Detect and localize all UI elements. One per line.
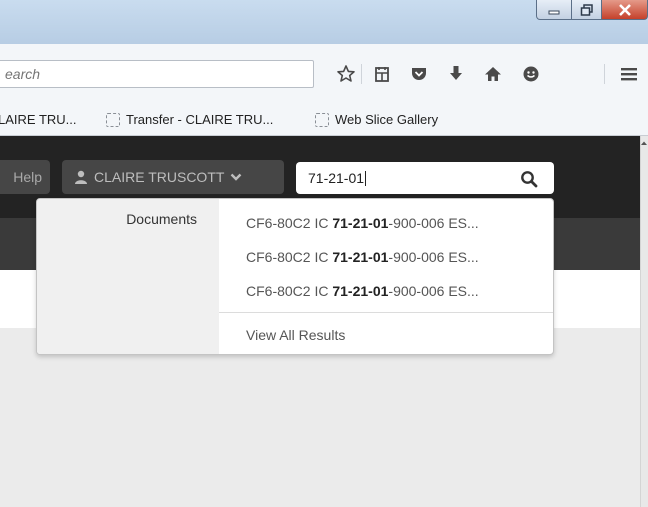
user-name: CLAIRE TRUSCOTT — [94, 169, 225, 185]
help-button[interactable]: Help — [0, 160, 50, 194]
star-icon — [337, 65, 355, 82]
reading-list-icon — [375, 67, 389, 82]
page-icon — [315, 113, 329, 127]
chevron-up-icon — [641, 141, 647, 145]
suggestion-divider — [219, 312, 553, 313]
text-cursor — [365, 171, 366, 186]
menu-button[interactable] — [616, 61, 642, 87]
bookmark-label: Transfer - CLAIRE TRU... — [126, 112, 274, 127]
minimize-button[interactable] — [536, 0, 572, 20]
suggestion-suffix: -900-006 ES... — [388, 215, 479, 231]
toolbar-separator — [604, 64, 605, 84]
home-button[interactable] — [480, 61, 506, 87]
bookmark-label: Web Slice Gallery — [335, 112, 439, 127]
download-icon — [450, 66, 462, 80]
help-label: Help — [13, 169, 42, 185]
suggestion-item[interactable]: CF6-80C2 IC 71-21-01-900-006 ES... — [246, 215, 479, 231]
app-search-box[interactable] — [296, 162, 554, 194]
search-button[interactable] — [518, 168, 540, 190]
suggestion-item[interactable]: CF6-80C2 IC 71-21-01-900-006 ES... — [246, 249, 479, 265]
maximize-icon — [580, 3, 593, 16]
suggestion-item[interactable]: CF6-80C2 IC 71-21-01-900-006 ES... — [246, 283, 479, 299]
window-controls — [536, 0, 648, 22]
scroll-up-button[interactable] — [640, 136, 648, 150]
bookmark-item[interactable]: Transfer - CLAIRE TRU... — [106, 111, 273, 129]
minimize-icon — [548, 10, 560, 14]
home-icon — [485, 67, 501, 81]
menu-icon — [621, 68, 637, 81]
pocket-button[interactable] — [406, 61, 432, 87]
search-suggestions-dropdown: Documents CF6-80C2 IC 71-21-01-900-006 E… — [36, 198, 554, 355]
suggestion-match: 71-21-01 — [332, 249, 389, 265]
suggestion-match: 71-21-01 — [332, 215, 389, 231]
user-icon — [74, 170, 88, 184]
bookmark-star-button[interactable] — [333, 61, 359, 87]
suggestion-category-column: Documents — [37, 199, 219, 354]
downloads-button[interactable] — [443, 61, 469, 87]
bookmark-label: LAIRE TRU... — [0, 112, 77, 127]
close-button[interactable] — [602, 0, 648, 20]
browser-toolbar — [0, 44, 648, 104]
browser-search-box[interactable] — [0, 60, 314, 88]
close-icon — [618, 3, 631, 16]
pocket-icon — [412, 68, 426, 80]
chevron-down-icon — [230, 172, 242, 182]
user-menu-button[interactable]: CLAIRE TRUSCOTT — [62, 160, 284, 194]
chat-button[interactable] — [518, 61, 544, 87]
reading-list-button[interactable] — [369, 61, 395, 87]
window-titlebar — [0, 0, 648, 44]
search-icon — [521, 171, 538, 188]
suggestion-suffix: -900-006 ES... — [388, 283, 479, 299]
maximize-button[interactable] — [572, 0, 602, 20]
toolbar-separator — [361, 64, 362, 84]
chat-icon — [523, 66, 539, 82]
browser-search-input[interactable] — [0, 61, 313, 87]
bookmarks-bar: LAIRE TRU... Transfer - CLAIRE TRU... We… — [0, 104, 648, 136]
app-search-input[interactable] — [296, 162, 506, 194]
suggestion-suffix: -900-006 ES... — [388, 249, 479, 265]
suggestion-match: 71-21-01 — [332, 283, 389, 299]
suggestion-prefix: CF6-80C2 IC — [246, 283, 333, 299]
view-all-results-link[interactable]: View All Results — [246, 327, 345, 343]
bookmark-item[interactable]: LAIRE TRU... — [0, 111, 77, 129]
suggestion-prefix: CF6-80C2 IC — [246, 215, 333, 231]
bookmark-item[interactable]: Web Slice Gallery — [315, 111, 438, 129]
page-scrollbar[interactable] — [640, 136, 648, 507]
page-icon — [106, 113, 120, 127]
suggestion-category-label: Documents — [126, 211, 197, 227]
suggestion-prefix: CF6-80C2 IC — [246, 249, 333, 265]
